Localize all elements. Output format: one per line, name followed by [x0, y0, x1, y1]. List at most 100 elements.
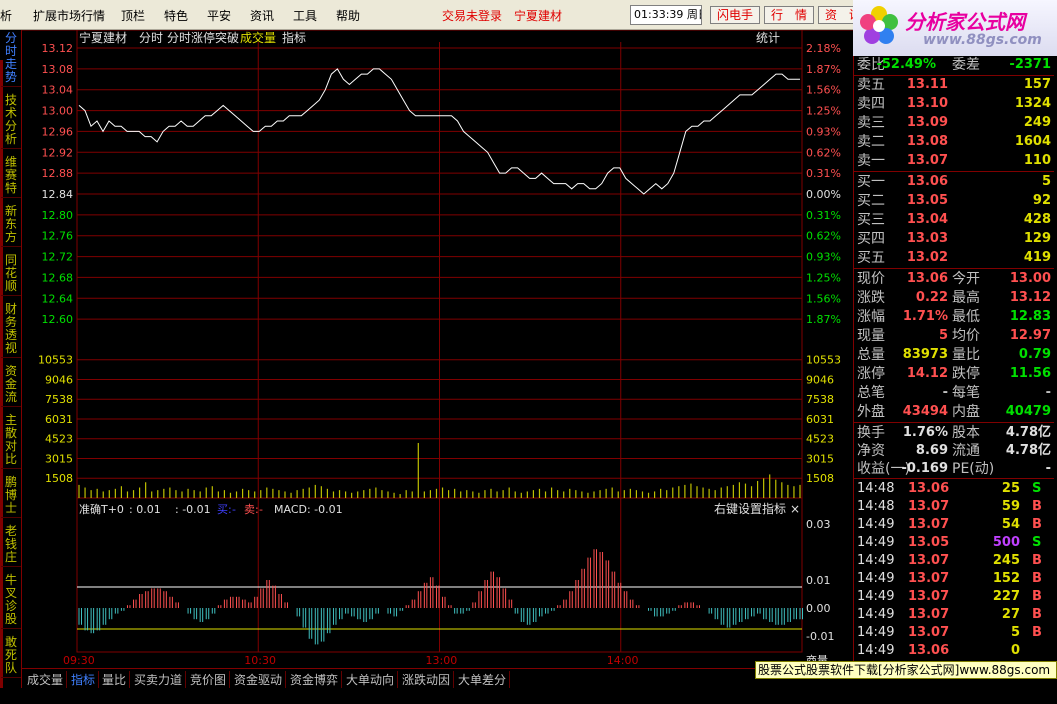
bid-row-1: 买二 13.05 92: [854, 192, 1054, 210]
chart-header-item-3[interactable]: 指标: [282, 30, 306, 45]
left-tab-8[interactable]: 鹏博士: [1, 474, 21, 518]
status-bar: [0, 688, 1057, 704]
left-tab-3[interactable]: 新东方: [1, 203, 21, 247]
bottom-tab-5[interactable]: 资金驱动: [231, 671, 287, 688]
chart-header-item-0[interactable]: 分时: [139, 31, 163, 45]
bottom-tab-7[interactable]: 大单动向: [343, 671, 399, 688]
time-tick-label: 09:30: [63, 654, 95, 667]
left-tab-6[interactable]: 资金流: [1, 363, 21, 407]
fund-row-2: 收益(一) -0.169 PE(动) -: [854, 460, 1054, 478]
left-tab-10[interactable]: 牛叉诊股: [1, 572, 21, 629]
menu-stock-name: 宁夏建材: [514, 9, 563, 23]
indicator-settings-label[interactable]: 右键设置指标: [714, 501, 786, 516]
price-tick-label: 13.00: [42, 105, 74, 118]
menu-item-news[interactable]: 资讯: [250, 7, 274, 24]
tick-price: 13.07: [908, 625, 950, 640]
bottom-tab-4[interactable]: 竞价图: [187, 671, 231, 688]
price-tick-label: 12.72: [42, 251, 74, 264]
bottom-tab-0[interactable]: 成交量: [24, 671, 68, 688]
tick-price: 13.07: [908, 589, 950, 604]
stat-row-2: 涨幅 1.71% 最低 12.83: [854, 308, 1054, 326]
menu-item-special[interactable]: 特色: [164, 7, 188, 24]
bottom-tab-9[interactable]: 大单差分: [455, 671, 511, 688]
chart-header-item-2[interactable]: 成交量: [240, 30, 276, 45]
volume-tick-label-right: 4523: [806, 433, 834, 446]
bid-volume: 428: [1023, 212, 1051, 227]
tick-row-8: 14:49 13.07 5 B: [854, 624, 1054, 642]
macd-bars: [78, 549, 803, 645]
menu-item-topbar[interactable]: 顶栏: [121, 7, 145, 24]
ad-banner[interactable]: 股票公式股票软件下载[分析家公式网]www.88gs.com: [755, 661, 1057, 679]
fund-value-2: 4.78亿: [1005, 443, 1051, 458]
tick-volume: 227: [992, 589, 1020, 604]
intraday-chart[interactable]: 13.12 2.18% 13.08 1.87% 13.04 1.56% 13.00 1.25%…: [22, 30, 853, 668]
stat-label-2: 最高: [952, 290, 980, 306]
stat-row-6: 总笔 - 每笔 -: [854, 384, 1054, 402]
stat-label-2: 每笔: [952, 385, 980, 401]
stat-label: 涨跌: [857, 290, 885, 306]
volume-tick-label-right: 3015: [806, 453, 834, 466]
ask-row-3: 卖二 13.08 1604: [854, 133, 1054, 151]
indicator-value-1: : -0.01: [175, 503, 211, 516]
price-tick-label: 12.84: [42, 188, 74, 201]
pct-tick-label: 1.56%: [806, 84, 841, 97]
tick-price: 13.06: [908, 481, 950, 496]
left-tab-0[interactable]: 分时走势: [1, 30, 21, 87]
tick-volume: 500: [992, 535, 1020, 550]
volume-tick-label-right: 7538: [806, 393, 834, 406]
stat-value-2: 12.83: [1009, 309, 1051, 324]
stats-button[interactable]: 统计: [756, 31, 780, 45]
tick-volume: 54: [1001, 517, 1020, 532]
stat-label-2: 量比: [952, 347, 980, 363]
indicator-value-6: MACD: -0.01: [274, 503, 343, 516]
price-tick-label: 12.92: [42, 146, 74, 159]
left-tab-11[interactable]: 敢死队: [1, 634, 21, 678]
stat-row-1: 涨跌 0.22 最高 13.12: [854, 289, 1054, 307]
left-tab-2[interactable]: 维赛特: [1, 154, 21, 198]
menu-item-pingan[interactable]: 平安: [207, 7, 231, 24]
tick-time: 14:49: [857, 607, 895, 622]
clock: 01:33:39 周日: [630, 5, 702, 25]
ask-volume: 249: [1023, 115, 1051, 130]
bottom-tab-3[interactable]: 买卖力道: [131, 671, 187, 688]
quote-button[interactable]: 行 情: [764, 6, 814, 24]
stat-value: 14.12: [906, 366, 948, 381]
volume-tick-label-left: 9046: [45, 373, 73, 386]
tick-row-3: 14:49 13.05 500 S: [854, 534, 1054, 552]
bottom-tab-1[interactable]: 指标: [68, 671, 100, 688]
tick-time: 14:48: [857, 499, 895, 514]
bottom-tab-6[interactable]: 资金博弈: [287, 671, 343, 688]
bottom-tab-8[interactable]: 涨跌动因: [399, 671, 455, 688]
price-tick-label: 12.88: [42, 167, 74, 180]
left-tab-1[interactable]: 技术分析: [1, 92, 21, 149]
tick-price: 13.07: [908, 553, 950, 568]
stat-label-2: 最低: [952, 309, 980, 325]
volume-tick-label-left: 4523: [45, 433, 73, 446]
pct-tick-label: 1.25%: [806, 271, 841, 284]
lightning-trade-button[interactable]: 闪电手: [710, 6, 760, 24]
left-tab-4[interactable]: 同花顺: [1, 252, 21, 296]
tick-row-9: 14:49 13.06 0: [854, 642, 1054, 660]
fund-value: -0.169: [901, 461, 948, 476]
tick-direction: S: [1032, 481, 1042, 496]
left-tab-7[interactable]: 主散对比: [1, 412, 21, 469]
menu-item-extended-market[interactable]: 扩展市场行情: [33, 7, 105, 24]
menu-item-tools[interactable]: 工具: [293, 7, 317, 24]
left-tab-9[interactable]: 老钱庄: [1, 523, 21, 567]
stat-value: -: [942, 385, 948, 400]
pct-tick-label: 0.62%: [806, 230, 841, 243]
bottom-tab-2[interactable]: 量比: [99, 671, 131, 688]
tick-time: 14:49: [857, 517, 895, 532]
volume-tick-label-left: 1508: [45, 472, 73, 485]
ask-price: 13.09: [906, 115, 948, 130]
left-tab-5[interactable]: 财务透视: [1, 301, 21, 358]
stat-row-7: 外盘 43494 内盘 40479: [854, 403, 1054, 421]
menu-item-analysis[interactable]: 析: [0, 7, 12, 24]
indicator-close-icon[interactable]: ×: [790, 502, 800, 516]
menu-item-help[interactable]: 帮助: [336, 7, 360, 24]
chart-header-item-1[interactable]: 分时涨停突破: [167, 30, 239, 45]
volume-tick-label-left: 6031: [45, 413, 73, 426]
tick-row-6: 14:49 13.07 227 B: [854, 588, 1054, 606]
bid-price: 13.03: [906, 231, 948, 246]
trade-login-status[interactable]: 交易未登录: [442, 7, 502, 24]
